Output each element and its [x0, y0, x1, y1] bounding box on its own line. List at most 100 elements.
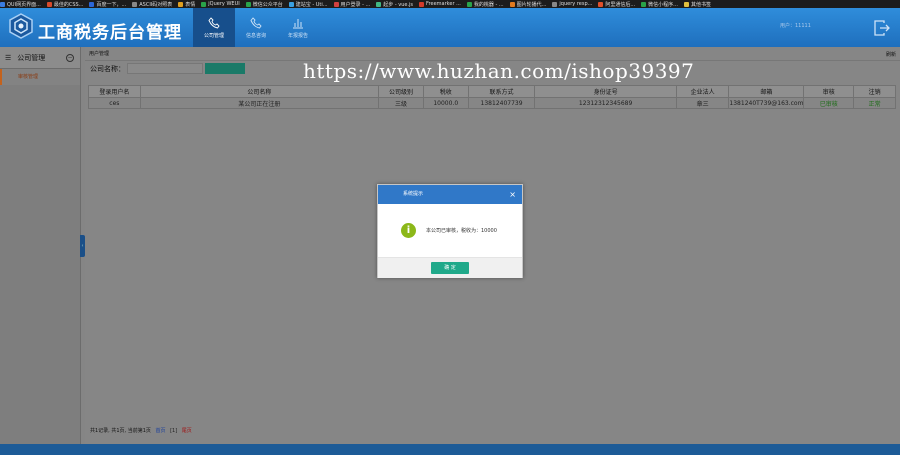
column-header: 登录用户名 [88, 85, 141, 98]
logo-icon [9, 13, 33, 39]
bookmark-item[interactable]: 起步 - vue.js [376, 1, 413, 8]
bookmark-favicon-icon [132, 1, 138, 7]
dialog-header: 系统提示 × [378, 185, 522, 204]
column-header: 邮箱 [728, 85, 805, 98]
bookmark-favicon-icon [178, 1, 184, 7]
bookmark-item[interactable]: ASCII码对照表 [132, 1, 172, 8]
first-page-link[interactable]: 首页 [156, 428, 166, 434]
bookmark-favicon-icon [201, 1, 207, 7]
bookmark-label: QUI网页界面... [7, 1, 41, 8]
dialog-title: 系统提示 [403, 191, 424, 197]
bookmark-item[interactable]: 图片轮播代... [509, 1, 547, 8]
watermark-text: https://www.huzhan.com/ishop39397 [303, 59, 695, 83]
dialog-body: i 本公司已审核，税收为：10000 [378, 204, 522, 257]
bookmark-item[interactable]: 最佳的CSS... [46, 1, 84, 8]
bookmark-label: 表情 [185, 1, 196, 8]
app-title: 工商税务后台管理 [38, 23, 182, 43]
bookmark-favicon-icon [598, 1, 604, 7]
bookmark-label: 我的桃器 - ... [473, 1, 504, 8]
bookmark-favicon-icon [552, 1, 558, 7]
sidebar-header: ☰ 公司管理 − [0, 47, 80, 69]
current-page-link[interactable]: [1] [170, 428, 177, 434]
bookmark-item[interactable]: QUI网页界面... [0, 1, 41, 8]
bookmark-favicon-icon [376, 1, 382, 7]
search-button[interactable] [205, 63, 245, 74]
bookmark-favicon-icon [46, 1, 52, 7]
bookmark-label: ASCII码对照表 [139, 1, 173, 8]
ok-button[interactable]: 确 定 [431, 262, 469, 274]
bookmark-favicon-icon [288, 1, 294, 7]
company-name-input[interactable] [127, 63, 203, 74]
company-table: 登录用户名 公司名称 公司级别 税收 联系方式 身份证号 企业法人 邮箱 审核 … [88, 85, 896, 109]
bookmark-label: 起步 - vue.js [383, 1, 414, 8]
bookmark-label: 建站宝 - Uti... [295, 1, 328, 8]
bookmarks-bar: QUI网页界面... 最佳的CSS... 百度一下，... ASCII码对照表 表情 jQ… [0, 0, 900, 8]
close-icon[interactable]: × [509, 185, 516, 204]
audit-status-link[interactable]: 已审核 [803, 97, 855, 109]
bookmark-label: jquery resp... [559, 1, 593, 7]
cell-contact: 13812407739 [467, 97, 536, 109]
column-header: 税收 [422, 85, 469, 98]
bookmark-favicon-icon [0, 1, 5, 7]
nav-information-consulting[interactable]: 信息咨询 [235, 8, 277, 47]
search-label: 公司名称： [90, 64, 125, 73]
pagination-summary: 共1记录, 共1页, 当前第1页 [90, 428, 151, 434]
logout-icon[interactable] [873, 19, 891, 37]
bookmark-label: 阿里通信后... [605, 1, 636, 8]
cell-legal-person: 章三 [675, 97, 730, 109]
column-header: 企业法人 [675, 85, 730, 98]
cancel-status-link[interactable]: 正常 [853, 97, 896, 109]
bookmark-label: 用户登录 - ... [340, 1, 371, 8]
bookmark-label: 百度一下，... [96, 1, 127, 8]
bookmark-label: 其他书签 [690, 1, 711, 8]
current-user-label: 用户：11111 [780, 23, 811, 29]
sidebar-item-audit-management[interactable]: 审核管理 [0, 69, 80, 85]
nav-label: 信息咨询 [245, 32, 266, 39]
bookmark-item[interactable]: 我的桃器 - ... [466, 1, 504, 8]
bookmark-label: Freemarker ... [426, 1, 461, 7]
footer-bar [0, 444, 900, 455]
bookmark-item[interactable]: 微信小程序... [641, 1, 678, 8]
top-nav: 公司管理 信息咨询 年报报告 [193, 8, 319, 47]
column-header: 公司级别 [378, 85, 424, 98]
bookmark-favicon-icon [509, 1, 515, 7]
pagination: 共1记录, 共1页, 当前第1页 首页 [1] 尾页 [90, 427, 192, 434]
menu-icon: ☰ [5, 53, 12, 62]
cell-company-level: 三级 [378, 97, 424, 109]
table-row[interactable]: ces 某公司正在注册 三级 10000.0 13812407739 12312… [88, 97, 896, 109]
bookmark-favicon-icon [466, 1, 472, 7]
nav-label: 公司管理 [203, 32, 224, 39]
bookmark-label: 微信小程序... [648, 1, 678, 8]
bookmark-favicon-icon [419, 1, 425, 7]
nav-company-management[interactable]: 公司管理 [193, 8, 235, 47]
last-page-link[interactable]: 尾页 [182, 428, 192, 434]
bookmark-item[interactable]: jquery resp... [552, 1, 592, 7]
refresh-link[interactable]: 刷新 [886, 51, 896, 58]
system-prompt-dialog: 系统提示 × i 本公司已审核，税收为：10000 确 定 [377, 184, 523, 278]
bookmark-item[interactable]: 其他书签 [683, 1, 711, 8]
bookmark-item[interactable]: 建站宝 - Uti... [288, 1, 328, 8]
bookmark-favicon-icon [333, 1, 339, 7]
phone-icon [208, 16, 220, 28]
sidebar: ☰ 公司管理 − 审核管理 [0, 47, 81, 444]
collapse-icon[interactable]: − [66, 53, 74, 62]
bookmark-item[interactable]: 微信公众平台 [245, 1, 283, 8]
bookmark-item[interactable]: 阿里通信后... [598, 1, 635, 8]
bookmark-favicon-icon [89, 1, 95, 7]
bookmark-item[interactable]: 表情 [178, 1, 195, 8]
nav-label: 年报报告 [287, 32, 308, 39]
app-header: 工商税务后台管理 公司管理 信息咨询 年报报告 用户：11111 [0, 8, 900, 47]
nav-annual-report[interactable]: 年报报告 [277, 8, 319, 47]
bookmark-favicon-icon [641, 1, 647, 7]
bookmark-item[interactable]: 用户登录 - ... [333, 1, 371, 8]
bookmark-item[interactable]: jQuery WEUI [201, 1, 240, 7]
dialog-message: 本公司已审核，税收为：10000 [426, 228, 497, 234]
dialog-footer: 确 定 [378, 257, 522, 278]
bookmark-item[interactable]: 百度一下，... [89, 1, 126, 8]
bookmark-label: 图片轮播代... [516, 1, 547, 8]
bookmark-item[interactable]: Freemarker ... [419, 1, 461, 7]
bookmark-favicon-icon [245, 1, 251, 7]
cell-tax: 10000.0 [422, 97, 469, 109]
column-header: 注销 [853, 85, 896, 98]
bookmark-label: 最佳的CSS... [53, 1, 84, 8]
